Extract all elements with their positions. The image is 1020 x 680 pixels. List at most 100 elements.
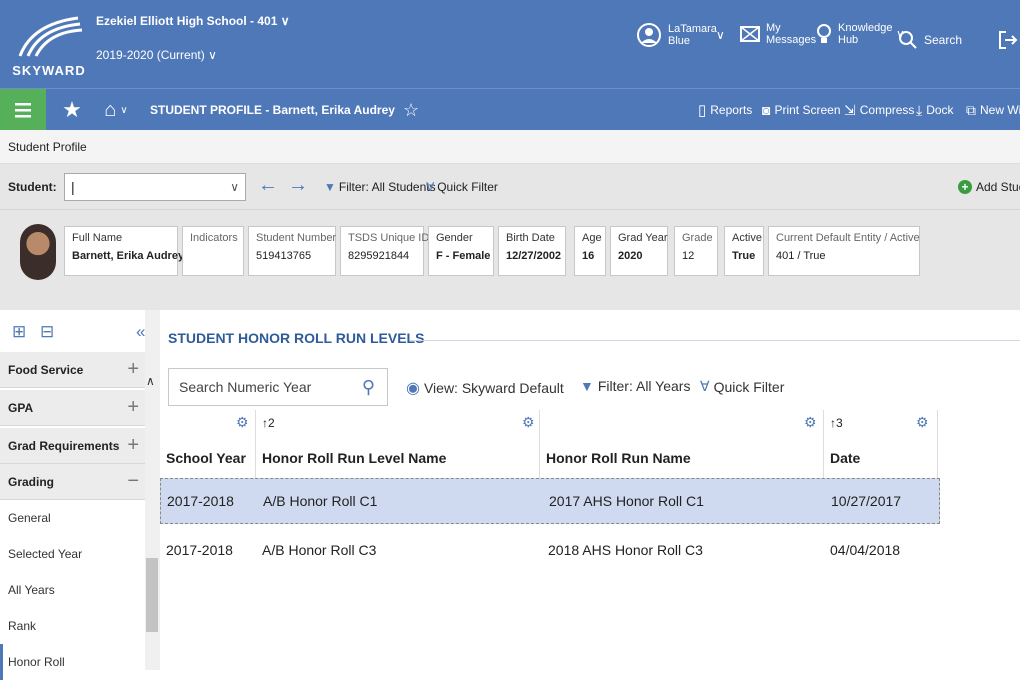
home-button[interactable]: ⌂ ∨ [94, 89, 138, 131]
reports-button[interactable]: ▯ Reports [698, 89, 752, 131]
search-input[interactable]: Search Numeric Year ⚲ [168, 368, 388, 406]
card-header: Current Default Entity / Active [776, 232, 920, 244]
view-label: View: Skyward Default [423, 380, 564, 396]
messages-label: My Messages [766, 22, 817, 46]
scroll-up-icon[interactable]: ∧ [146, 374, 155, 388]
sidebar-toolbar: ⊞ ⊟ « [0, 322, 160, 346]
expand-all-icon[interactable]: ⊞ [12, 322, 26, 342]
table-row[interactable]: 2017-2018 A/B Honor Roll C1 2017 AHS Hon… [160, 478, 940, 524]
compress-button[interactable]: ⇲ Compress [844, 89, 914, 131]
compress-icon: ⇲ [844, 101, 856, 118]
table-row[interactable]: 2017-2018 A/B Honor Roll C3 2018 AHS Hon… [160, 528, 940, 574]
gear-icon[interactable]: ⚙ [804, 414, 817, 431]
sidebar-item-label: Rank [8, 619, 37, 633]
view-selector[interactable]: ◉ View: Skyward Default [406, 378, 564, 398]
sidebar-item-selected-year[interactable]: Selected Year [0, 536, 145, 572]
cell-date: 04/04/2018 [830, 542, 901, 558]
hamburger-icon [15, 103, 31, 118]
top-bar: SKYWARD Ezekiel Elliott High School - 40… [0, 0, 1020, 88]
year-filter-button[interactable]: ▼ Filter: All Years [580, 378, 690, 394]
logout-button[interactable] [998, 30, 1018, 50]
next-student-arrow-icon[interactable]: → [288, 174, 308, 197]
chevron-down-icon: ∨ [280, 14, 290, 28]
cell-run-name: 2017 AHS Honor Roll C1 [549, 493, 704, 509]
user-name: LaTamara Blue [668, 23, 717, 47]
column-header-run-level-name[interactable]: ↑2 ⚙ Honor Roll Run Level Name [256, 410, 540, 480]
breadcrumb-text: Student Profile [8, 139, 87, 154]
section-title: STUDENT HONOR ROLL RUN LEVELS [168, 330, 425, 346]
favorite-star-outline-icon[interactable]: ☆ [403, 100, 419, 121]
student-quick-filter-button[interactable]: ∀ Quick Filter [426, 180, 498, 194]
card-value: Barnett, Erika Audrey [72, 250, 185, 262]
plus-icon[interactable]: + [127, 396, 139, 419]
card-indicators[interactable]: Indicators [182, 226, 244, 276]
card-value: 12/27/2002 [506, 250, 562, 262]
card-header: Birth Date [506, 232, 555, 244]
chevron-down-icon[interactable]: ∨ [230, 180, 239, 194]
plus-circle-icon: + [958, 180, 972, 194]
avatar[interactable] [20, 224, 56, 280]
messages-link[interactable]: My Messages [740, 22, 817, 46]
sidebar-item-gpa[interactable]: GPA + [0, 390, 145, 426]
collapse-all-icon[interactable]: ⊟ [40, 322, 54, 342]
student-filter-button[interactable]: ▼ Filter: All Students [324, 180, 436, 194]
favorites-button[interactable]: ★ [54, 89, 90, 131]
gear-icon[interactable]: ⚙ [522, 414, 535, 431]
eye-icon: ◉ [406, 380, 420, 397]
skyward-logo[interactable]: SKYWARD [12, 14, 86, 78]
quick-filter-button[interactable]: ∀ Quick Filter [700, 378, 784, 395]
sidebar-item-general[interactable]: General [0, 500, 145, 536]
sidebar-scrollbar-thumb[interactable] [146, 558, 158, 632]
knowledge-label: Knowledge Hub [838, 22, 893, 46]
card-grade: Grade 12 [674, 226, 718, 276]
student-filter-label: Filter: All Students [338, 180, 436, 194]
card-header: TSDS Unique ID [348, 232, 430, 244]
sidebar-item-all-years[interactable]: All Years [0, 572, 145, 608]
school-selector[interactable]: Ezekiel Elliott High School - 401 ∨ [96, 14, 290, 28]
card-value: F - Female [436, 250, 491, 262]
student-quick-filter-label: Quick Filter [437, 180, 498, 194]
gear-icon[interactable]: ⚙ [916, 414, 929, 431]
search-icon[interactable]: ⚲ [362, 377, 375, 398]
card-birth-date: Birth Date 12/27/2002 [498, 226, 566, 276]
add-student-button[interactable]: + Add Studer [958, 180, 1020, 194]
search-icon [899, 31, 917, 49]
column-header-run-name[interactable]: ⚙ Honor Roll Run Name [540, 410, 824, 480]
column-header-school-year[interactable]: ⚙ School Year [160, 410, 256, 480]
honor-roll-grid: ⚙ School Year ↑2 ⚙ Honor Roll Run Level … [160, 410, 940, 670]
sidebar: ⊞ ⊟ « Food Service + GPA + Grad Requiremen… [0, 310, 160, 680]
new-window-button[interactable]: ⧉ New Wi [966, 89, 1020, 131]
sidebar-item-food-service[interactable]: Food Service + [0, 352, 145, 388]
funnel-icon: ▼ [580, 378, 594, 394]
column-header-date[interactable]: ↑3 ⚙ Date [824, 410, 938, 480]
sidebar-item-label: Food Service [8, 362, 84, 377]
plus-icon[interactable]: + [127, 358, 139, 381]
year-selector[interactable]: 2019-2020 (Current) ∨ [96, 48, 217, 62]
sidebar-item-rank[interactable]: Rank [0, 608, 145, 644]
knowledge-hub-menu[interactable]: Knowledge Hub ∨ [816, 22, 905, 46]
hamburger-menu-button[interactable] [0, 89, 46, 131]
print-screen-label: Print Screen [774, 103, 841, 117]
reports-label: Reports [710, 103, 753, 117]
sidebar-item-grad-requirements[interactable]: Grad Requirements + [0, 428, 145, 464]
sidebar-item-label: Grad Requirements [8, 438, 120, 453]
sidebar-item-honor-roll[interactable]: Honor Roll [0, 644, 145, 680]
card-header: Grad Year [618, 232, 668, 244]
minus-icon[interactable]: − [127, 470, 139, 493]
student-input[interactable]: | ∨ [64, 173, 246, 201]
card-age: Age 16 [574, 226, 606, 276]
user-menu[interactable]: LaTamara Blue ∨ [636, 22, 725, 48]
home-icon: ⌂ [104, 98, 117, 121]
sidebar-item-label: Grading [8, 474, 55, 489]
dock-button[interactable]: ⤓ Dock [916, 89, 954, 131]
sidebar-item-grading[interactable]: Grading − [0, 464, 145, 500]
print-screen-button[interactable]: ◙ Print Screen [762, 89, 841, 131]
user-icon [637, 23, 661, 47]
search-button[interactable]: Search [898, 30, 962, 50]
gear-icon[interactable]: ⚙ [236, 414, 249, 431]
logo-text: SKYWARD [12, 63, 86, 78]
previous-student-arrow-icon[interactable]: ← [258, 174, 278, 197]
plus-icon[interactable]: + [127, 434, 139, 457]
star-icon: ★ [62, 97, 82, 122]
card-default-entity: Current Default Entity / Active 401 / Tru… [768, 226, 920, 276]
